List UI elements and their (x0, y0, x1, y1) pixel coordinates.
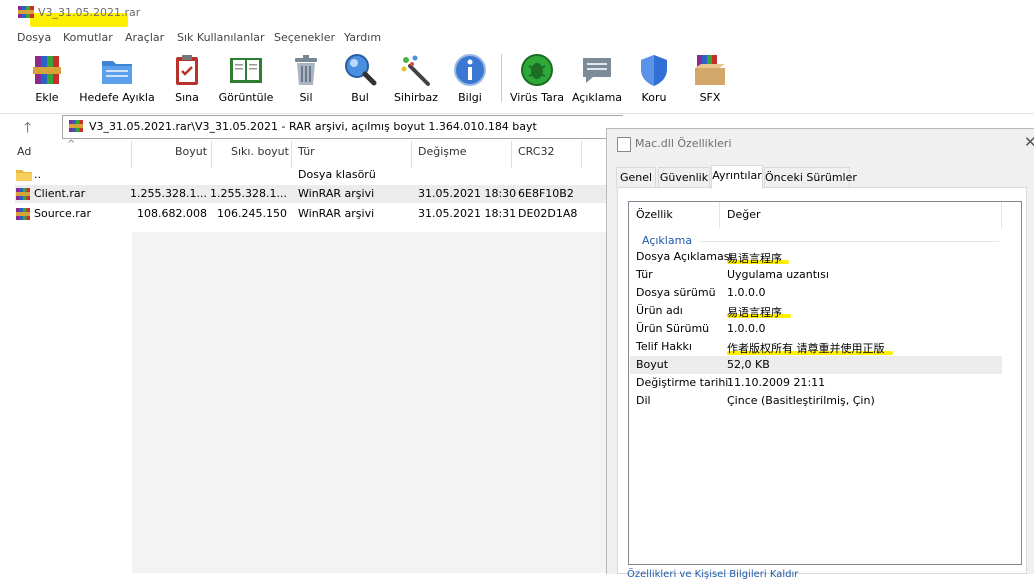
column-divider (291, 141, 292, 168)
properties-list: Özellik Değer Açıklama Dosya Açıklaması … (628, 201, 1022, 565)
path-text: V3_31.05.2021.rar\V3_31.05.2021 - RAR ar… (89, 120, 537, 133)
properties-dialog: Mac.dll Özellikleri ✕ Genel Güvenlik Ayr… (606, 128, 1034, 580)
column-header-value[interactable]: Değer (727, 202, 927, 228)
property-row[interactable]: Tür Uygulama uzantısı (630, 266, 1002, 284)
info-icon (454, 54, 486, 86)
menu-komutlar[interactable]: Komutlar (63, 31, 113, 44)
winrar-app-icon (18, 6, 34, 18)
comment-button[interactable]: Açıklama (572, 50, 622, 108)
column-header-property[interactable]: Özellik (636, 202, 716, 228)
menu-araclar[interactable]: Araçlar (125, 31, 164, 44)
archive-add-icon (33, 56, 61, 84)
column-header-type[interactable]: Tür (298, 145, 315, 158)
find-magnifier-icon (345, 54, 377, 86)
toolbar: Ekle Hedefe Ayıkla Sına Görüntüle Sil Bu… (0, 50, 1034, 112)
column-divider (411, 141, 412, 168)
menu-secenekler[interactable]: Seçenekler (274, 31, 335, 44)
menu-sik-kullanilanlar[interactable]: Sık Kullanılanlar (177, 31, 265, 44)
menu-bar: Dosya Komutlar Araçlar Sık Kullanılanlar… (0, 29, 1034, 47)
table-row[interactable]: Source.rar 108.682.008 106.245.150 WinRA… (15, 205, 609, 223)
folder-icon (16, 170, 32, 181)
property-row[interactable]: Ürün adı 易语言程序 (630, 302, 1002, 320)
property-row[interactable]: Değiştirme tarihi 11.10.2009 21:11 (630, 374, 1002, 392)
test-button[interactable]: Sına (167, 50, 207, 108)
sort-caret-icon: ^ (67, 139, 76, 150)
file-icon (617, 137, 631, 152)
menu-yardim[interactable]: Yardım (344, 31, 381, 44)
table-row[interactable]: Client.rar 1.255.328.1... 1.255.328.1...… (15, 185, 609, 203)
window-title: V3_31.05.2021.rar (38, 6, 141, 19)
title-bar: V3_31.05.2021.rar (0, 0, 1034, 28)
extract-to-button[interactable]: Hedefe Ayıkla (79, 50, 155, 108)
up-arrow-icon[interactable]: 🡑 (24, 117, 40, 136)
property-row[interactable]: Ürün Sürümü 1.0.0.0 (630, 320, 1002, 338)
dialog-title: Mac.dll Özellikleri (635, 137, 732, 150)
column-divider (131, 141, 132, 168)
protect-shield-icon (641, 55, 667, 86)
close-icon[interactable]: ✕ (1024, 133, 1034, 151)
virus-scan-icon (521, 54, 553, 86)
column-header-modified[interactable]: Değişme (418, 145, 467, 158)
property-row[interactable]: Dosya Açıklaması 易语言程序 (630, 248, 1002, 266)
tab-guvenlik[interactable]: Güvenlik (658, 167, 710, 187)
extract-folder-icon (102, 61, 132, 84)
group-label: Açıklama (642, 234, 693, 247)
column-header-name[interactable]: Ad (17, 145, 31, 158)
archive-icon (69, 120, 83, 132)
empty-list-area (132, 232, 606, 573)
sfx-button[interactable]: SFX (690, 50, 730, 108)
protect-button[interactable]: Koru (634, 50, 674, 108)
wizard-wand-icon (401, 55, 430, 86)
test-clipboard-icon (176, 55, 198, 85)
comment-icon (583, 58, 611, 83)
path-field[interactable]: V3_31.05.2021.rar\V3_31.05.2021 - RAR ar… (62, 115, 623, 139)
archive-icon (16, 208, 30, 220)
find-button[interactable]: Bul (340, 50, 380, 108)
column-header-packed[interactable]: Sıkı. boyut (231, 145, 289, 158)
info-button[interactable]: Bilgi (450, 50, 490, 108)
tab-genel[interactable]: Genel (616, 167, 656, 187)
property-row[interactable]: Dosya sürümü 1.0.0.0 (630, 284, 1002, 302)
column-divider (1001, 202, 1002, 228)
remove-properties-link[interactable]: Özellikleri ve Kişisel Bilgileri Kaldır (627, 569, 798, 580)
trash-icon (295, 55, 317, 85)
property-row[interactable]: Dil Çince (Basitleştirilmiş, Çin) (630, 392, 1002, 410)
virus-scan-button[interactable]: Virüs Tara (510, 50, 564, 108)
column-divider (211, 141, 212, 168)
property-row[interactable]: Telif Hakkı 作者版权所有 请尊重并使用正版 (630, 338, 1002, 356)
column-header-crc[interactable]: CRC32 (518, 145, 554, 158)
view-book-icon (230, 58, 262, 83)
column-header-size[interactable]: Boyut (175, 145, 207, 158)
tab-onceki-surumler[interactable]: Önceki Sürümler (764, 167, 857, 187)
menu-dosya[interactable]: Dosya (17, 31, 51, 44)
column-divider (719, 202, 720, 228)
sfx-box-icon (695, 55, 725, 85)
group-divider (699, 241, 999, 242)
add-button[interactable]: Ekle (27, 50, 67, 108)
tab-ayrintilar[interactable]: Ayrıntılar (711, 165, 763, 189)
tab-panel: Özellik Değer Açıklama Dosya Açıklaması … (617, 187, 1027, 574)
table-row[interactable]: .. Dosya klasörü (15, 166, 609, 184)
column-divider (511, 141, 512, 168)
view-button[interactable]: Görüntüle (219, 50, 273, 108)
column-divider (581, 141, 582, 168)
property-row[interactable]: Boyut 52,0 KB (630, 356, 1002, 374)
archive-icon (16, 188, 30, 200)
